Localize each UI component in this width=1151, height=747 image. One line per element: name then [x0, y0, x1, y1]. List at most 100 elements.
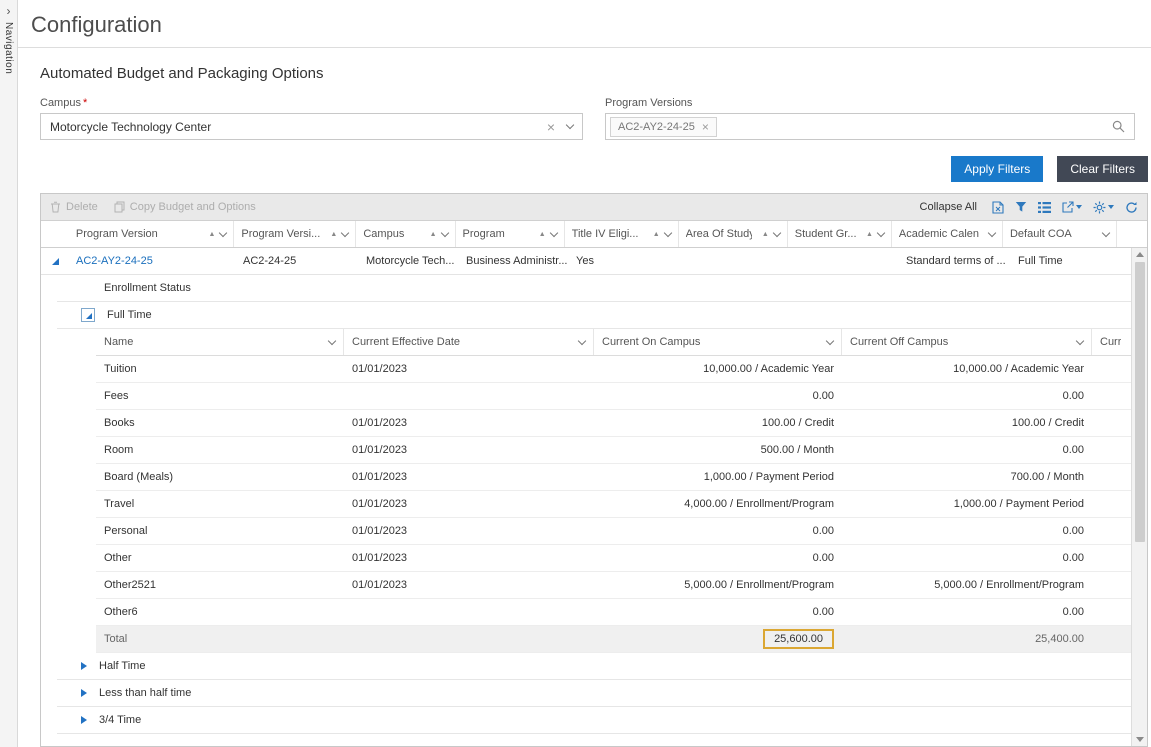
trash-icon [50, 201, 61, 213]
campus-field-group: Campus* Motorcycle Technology Center × [40, 97, 583, 140]
chip-label: AC2-AY2-24-25 [618, 121, 695, 133]
column-header-student-group[interactable]: Student Gr... ▲ [788, 221, 892, 247]
title-iv-cell: Yes [569, 255, 684, 267]
gear-icon[interactable] [1093, 201, 1114, 214]
status-row-less-than-half-time[interactable]: Less than half time [57, 680, 1131, 707]
column-menu-icon[interactable] [440, 228, 448, 236]
budget-date-cell: 01/01/2023 [344, 444, 594, 456]
status-row-half-time[interactable]: Half Time [57, 653, 1131, 680]
budget-off-campus-cell: 0.00 [842, 552, 1092, 564]
budget-date-cell: 01/01/2023 [344, 579, 594, 591]
status-label: Less than half time [99, 687, 191, 699]
apply-filters-button[interactable]: Apply Filters [951, 156, 1043, 182]
budget-off-campus-cell: 0.00 [842, 444, 1092, 456]
column-header-area-of-study[interactable]: Area Of Study ▲ [679, 221, 788, 247]
collapse-status-icon[interactable] [81, 308, 95, 322]
column-header-campus[interactable]: Campus ▲ [356, 221, 455, 247]
budget-date-cell: 01/01/2023 [344, 525, 594, 537]
program-version-chip[interactable]: AC2-AY2-24-25 × [610, 117, 717, 137]
column-header-default-coa[interactable]: Default COA [1003, 221, 1117, 247]
column-menu-icon[interactable] [663, 228, 671, 236]
program-versions-input[interactable]: AC2-AY2-24-25 × [605, 113, 1135, 140]
expand-navigation-icon[interactable]: › [7, 5, 11, 17]
default-coa-cell: Full Time [1011, 255, 1126, 267]
clear-campus-icon[interactable]: × [547, 120, 555, 134]
page-title: Configuration [31, 12, 1151, 38]
column-menu-icon[interactable] [328, 336, 336, 344]
budget-column-current-truncated[interactable]: Curr [1092, 329, 1131, 355]
enrollment-status-header: Enrollment Status [57, 275, 1131, 302]
sort-ascending-icon: ▲ [208, 231, 215, 238]
scroll-up-icon[interactable] [1136, 252, 1144, 257]
remove-chip-icon[interactable]: × [702, 121, 709, 133]
refresh-icon[interactable] [1125, 201, 1138, 214]
column-menu-icon[interactable] [1076, 336, 1084, 344]
table-row: Room 01/01/2023 500.00 / Month 0.00 [96, 437, 1131, 464]
budget-column-name[interactable]: Name [96, 329, 344, 355]
expand-status-icon[interactable] [81, 716, 87, 724]
selected-total-cell[interactable]: 25,600.00 [763, 629, 834, 649]
budget-on-campus-cell: 100.00 / Credit [594, 417, 842, 429]
campus-select[interactable]: Motorcycle Technology Center × [40, 113, 583, 140]
budget-on-campus-cell: 1,000.00 / Payment Period [594, 471, 842, 483]
campus-value: Motorcycle Technology Center [50, 120, 547, 134]
column-menu-icon[interactable] [341, 228, 349, 236]
column-menu-icon[interactable] [549, 228, 557, 236]
column-menu-icon[interactable] [219, 228, 227, 236]
status-row-three-quarter-time[interactable]: 3/4 Time [57, 707, 1131, 734]
column-header-program-version-code[interactable]: Program Versi... ▲ [234, 221, 356, 247]
table-row[interactable]: AC2-AY2-24-25 AC2-24-25 Motorcycle Tech.… [41, 248, 1131, 275]
collapse-all-button[interactable]: Collapse All [920, 201, 977, 213]
column-menu-icon[interactable] [1102, 228, 1110, 236]
main-panel: Configuration Automated Budget and Packa… [18, 0, 1151, 747]
column-menu-icon[interactable] [578, 336, 586, 344]
expand-status-icon[interactable] [81, 662, 87, 670]
program-versions-field-group: Program Versions AC2-AY2-24-25 × [605, 97, 1135, 140]
vertical-scrollbar[interactable] [1131, 248, 1147, 746]
budget-date-cell: 01/01/2023 [344, 471, 594, 483]
copy-budget-button[interactable]: Copy Budget and Options [114, 201, 256, 213]
budget-on-campus-cell: 5,000.00 / Enrollment/Program [594, 579, 842, 591]
budget-column-off-campus[interactable]: Current Off Campus [842, 329, 1092, 355]
budget-on-campus-cell: 0.00 [594, 390, 842, 402]
scrollbar-thumb[interactable] [1135, 262, 1145, 542]
expand-status-icon[interactable] [81, 689, 87, 697]
budget-off-campus-cell: 0.00 [842, 525, 1092, 537]
sort-ascending-icon: ▲ [330, 231, 337, 238]
chevron-down-icon[interactable] [566, 121, 574, 129]
budget-off-campus-cell: 700.00 / Month [842, 471, 1092, 483]
column-menu-icon[interactable] [877, 228, 885, 236]
table-row: Books 01/01/2023 100.00 / Credit 100.00 … [96, 410, 1131, 437]
column-menu-icon[interactable] [988, 228, 996, 236]
collapse-row-icon[interactable] [52, 258, 59, 265]
clear-filters-button[interactable]: Clear Filters [1057, 156, 1148, 182]
navigation-collapsed-panel[interactable]: › Navigation [0, 0, 18, 747]
program-version-link[interactable]: AC2-AY2-24-25 [69, 255, 236, 267]
budget-off-campus-cell: 1,000.00 / Payment Period [842, 498, 1092, 510]
column-chooser-icon[interactable] [1038, 202, 1051, 213]
column-menu-icon[interactable] [826, 336, 834, 344]
budget-column-effective-date[interactable]: Current Effective Date [344, 329, 594, 355]
column-header-program[interactable]: Program ▲ [456, 221, 565, 247]
filter-icon[interactable] [1015, 201, 1027, 213]
column-header-program-version[interactable]: Program Version ▲ [69, 221, 235, 247]
budget-name-cell: Books [96, 417, 344, 429]
table-row: Other6 0.00 0.00 [96, 599, 1131, 626]
budget-off-campus-cell: 10,000.00 / Academic Year [842, 363, 1092, 375]
budget-date-cell: 01/01/2023 [344, 498, 594, 510]
scroll-down-icon[interactable] [1136, 737, 1144, 742]
export-menu-icon[interactable] [1062, 201, 1082, 213]
budget-column-on-campus[interactable]: Current On Campus [594, 329, 842, 355]
status-row-full-time[interactable]: Full Time [57, 302, 1131, 329]
export-excel-icon[interactable] [992, 201, 1004, 214]
content-area: Automated Budget and Packaging Options C… [18, 48, 1151, 747]
search-icon[interactable] [1112, 120, 1125, 133]
column-header-title-iv[interactable]: Title IV Eligi... ▲ [565, 221, 679, 247]
column-header-academic-calendar[interactable]: Academic Calen... [892, 221, 1003, 247]
total-label: Total [96, 633, 344, 645]
column-menu-icon[interactable] [773, 228, 781, 236]
budget-off-campus-cell: 5,000.00 / Enrollment/Program [842, 579, 1092, 591]
table-row: Other 01/01/2023 0.00 0.00 [96, 545, 1131, 572]
status-label: Half Time [99, 660, 145, 672]
delete-button[interactable]: Delete [50, 201, 98, 213]
